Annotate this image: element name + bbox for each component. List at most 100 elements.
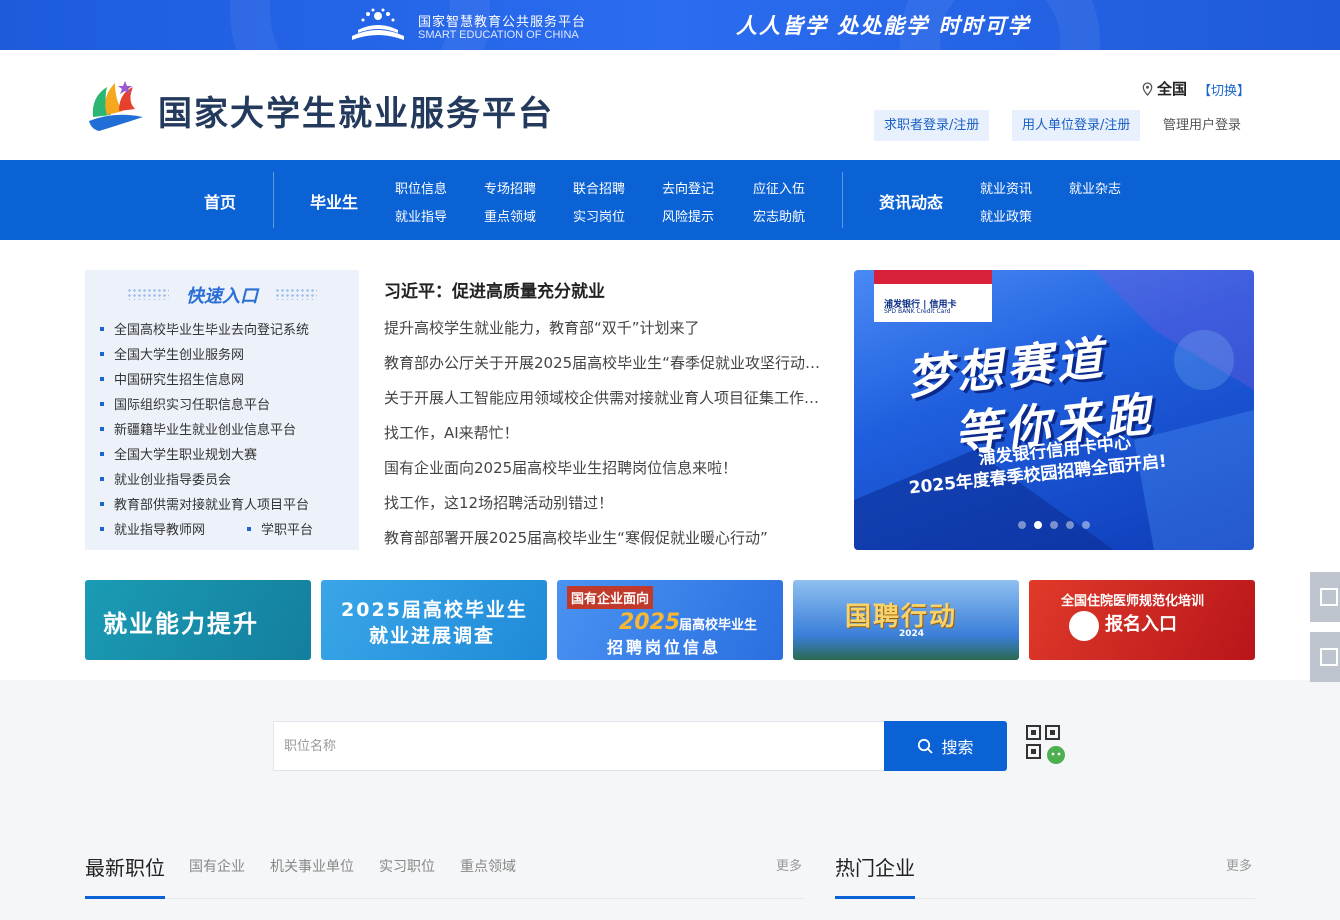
banner-guopin[interactable]: 国聘行动 2024: [793, 580, 1019, 660]
banner-subtitle: 届高校毕业生: [679, 618, 758, 633]
quick-link-label: 中国研究生招生信息网: [114, 373, 245, 388]
job-search-input[interactable]: [274, 722, 885, 770]
nav-news[interactable]: 资讯动态: [879, 189, 943, 213]
banner-residency[interactable]: 全国住院医师规范化培训 报名入口: [1029, 580, 1255, 660]
quick-link[interactable]: 中国研究生招生信息网: [100, 369, 244, 388]
site-name[interactable]: 国家大学生就业服务平台: [158, 86, 554, 135]
document-icon: [1320, 648, 1338, 666]
wechat-qr-icon[interactable]: [1026, 725, 1066, 765]
nav-link[interactable]: 专场招聘: [484, 178, 536, 197]
nav-link[interactable]: 联合招聘: [573, 178, 625, 197]
more-jobs-link[interactable]: 更多: [776, 855, 802, 874]
nav-home[interactable]: 首页: [204, 189, 236, 213]
region-switch-link[interactable]: 【切换】: [1198, 80, 1250, 99]
banner-soe-jobs[interactable]: 国有企业面向 2025 届高校毕业生 招聘岗位信息: [557, 580, 783, 660]
banner-subtitle: 2024: [899, 629, 925, 639]
quick-link[interactable]: 学职平台: [247, 519, 313, 538]
quick-link[interactable]: 国际组织实习任职信息平台: [100, 394, 270, 413]
promo-carousel[interactable]: 浦发银行 | 信用卡 SPD BANK Credit Card 梦想赛道 等你来…: [854, 270, 1254, 550]
tab-public-institutions[interactable]: 机关事业单位: [270, 856, 354, 876]
quick-link[interactable]: 全国大学生职业规划大赛: [100, 444, 257, 463]
quick-link[interactable]: 教育部供需对接就业育人项目平台: [100, 494, 309, 513]
tab-key-fields[interactable]: 重点领域: [460, 856, 516, 876]
banner-title: 就业能力提升: [103, 610, 259, 638]
quick-link-label: 就业指导教师网: [114, 523, 206, 538]
carousel-dot[interactable]: [1082, 521, 1090, 529]
tab-soe[interactable]: 国有企业: [189, 856, 245, 876]
bullet: [100, 476, 104, 481]
news-item[interactable]: 教育部办公厅关于开展2025届高校毕业生“春季促就业攻坚行动”的通知: [384, 352, 826, 373]
search-button-label: 搜索: [941, 738, 974, 757]
carousel-dot[interactable]: [1066, 521, 1074, 529]
nav-link[interactable]: 去向登记: [662, 178, 714, 197]
quick-link[interactable]: 就业创业指导委员会: [100, 469, 231, 488]
nav-link[interactable]: 就业指导: [395, 206, 447, 225]
news-item[interactable]: 提升高校学生就业能力，教育部“双千”计划来了: [384, 317, 826, 338]
banner-subtitle: 报名入口: [1105, 614, 1177, 635]
slogan: 人人皆学 处处能学 时时可学: [736, 14, 1031, 38]
nav-link[interactable]: 应征入伍: [753, 178, 805, 197]
news-item[interactable]: 国有企业面向2025届高校毕业生招聘岗位信息来啦！: [384, 457, 826, 478]
banner-subtitle: 就业进展调查: [369, 625, 496, 647]
quick-link[interactable]: 就业指导教师网: [100, 519, 205, 538]
side-qr-button[interactable]: [1310, 572, 1340, 622]
employer-login-button[interactable]: 用人单位登录/注册: [1012, 110, 1141, 141]
active-tab-underline: [85, 896, 165, 899]
banner-survey[interactable]: 2025届高校毕业生 就业进展调查: [321, 580, 547, 660]
tab-hot-companies[interactable]: 热门企业: [835, 852, 915, 881]
nav-link[interactable]: 就业政策: [980, 206, 1032, 225]
bullet: [100, 326, 104, 331]
bullet: [100, 451, 104, 456]
tab-internships[interactable]: 实习职位: [379, 856, 435, 876]
location-pin-icon: [1142, 81, 1153, 96]
bullet: [100, 376, 104, 381]
news-item[interactable]: 找工作，AI来帮忙！: [384, 422, 826, 443]
qr-code-icon: [1320, 588, 1338, 606]
carousel-dot[interactable]: [1050, 521, 1058, 529]
region-selector[interactable]: 全国: [1142, 78, 1187, 99]
region-label: 全国: [1157, 80, 1188, 98]
quick-link[interactable]: 全国大学生创业服务网: [100, 344, 244, 363]
quick-entry-panel: 快速入口 全国高校毕业生毕业去向登记系统 全国大学生创业服务网 中国研究生招生信…: [85, 270, 359, 550]
site-logo-icon[interactable]: [85, 77, 147, 133]
search-icon: [918, 738, 934, 754]
title-decoration: [275, 288, 317, 300]
nav-link[interactable]: 职位信息: [395, 178, 447, 197]
quick-link-label: 全国大学生职业规划大赛: [114, 448, 258, 463]
banner-badge: [1069, 611, 1099, 641]
nav-divider: [273, 172, 274, 228]
news-item[interactable]: 找工作，这12场招聘活动别错过！: [384, 492, 826, 513]
bullet: [100, 401, 104, 406]
platform-name: 国家智慧教育公共服务平台: [418, 15, 587, 30]
nav-link[interactable]: 风险提示: [662, 206, 714, 225]
nav-link[interactable]: 重点领域: [484, 206, 536, 225]
nav-link[interactable]: 就业杂志: [1069, 178, 1121, 197]
quick-link-label: 国际组织实习任职信息平台: [114, 398, 271, 413]
nav-link[interactable]: 宏志助航: [753, 206, 805, 225]
jobseeker-login-button[interactable]: 求职者登录/注册: [874, 110, 990, 141]
nav-graduates[interactable]: 毕业生: [310, 189, 358, 213]
quick-link[interactable]: 新疆籍毕业生就业创业信息平台: [100, 419, 296, 438]
more-companies-link[interactable]: 更多: [1226, 855, 1252, 874]
quick-link[interactable]: 全国高校毕业生毕业去向登记系统: [100, 319, 309, 338]
quick-link-label: 全国大学生创业服务网: [114, 348, 245, 363]
news-headline[interactable]: 习近平：促进高质量充分就业: [384, 277, 605, 302]
bullet: [100, 501, 104, 506]
carousel-dot[interactable]: [1018, 521, 1026, 529]
search-button[interactable]: 搜索: [884, 721, 1007, 771]
quick-link-label: 新疆籍毕业生就业创业信息平台: [114, 423, 297, 438]
admin-login-link[interactable]: 管理用户登录: [1163, 110, 1241, 141]
active-tab-underline: [835, 896, 915, 899]
tab-latest-jobs[interactable]: 最新职位: [85, 852, 165, 881]
side-feedback-button[interactable]: [1310, 632, 1340, 682]
carousel-dot[interactable]: [1034, 521, 1042, 529]
smart-education-logo-icon: [352, 8, 404, 40]
nav-link[interactable]: 就业资讯: [980, 178, 1032, 197]
news-item[interactable]: 教育部部署开展2025届高校毕业生“寒假促就业暖心行动”: [384, 527, 826, 548]
nav-link[interactable]: 实习岗位: [573, 206, 625, 225]
banner-subtitle: 招聘岗位信息: [607, 638, 722, 657]
carousel-indicators: [1018, 521, 1090, 529]
banner-employability[interactable]: 就业能力提升: [85, 580, 311, 660]
bullet: [100, 526, 104, 531]
news-item[interactable]: 关于开展人工智能应用领域校企供需对接就业育人项目征集工作的通知: [384, 387, 826, 408]
